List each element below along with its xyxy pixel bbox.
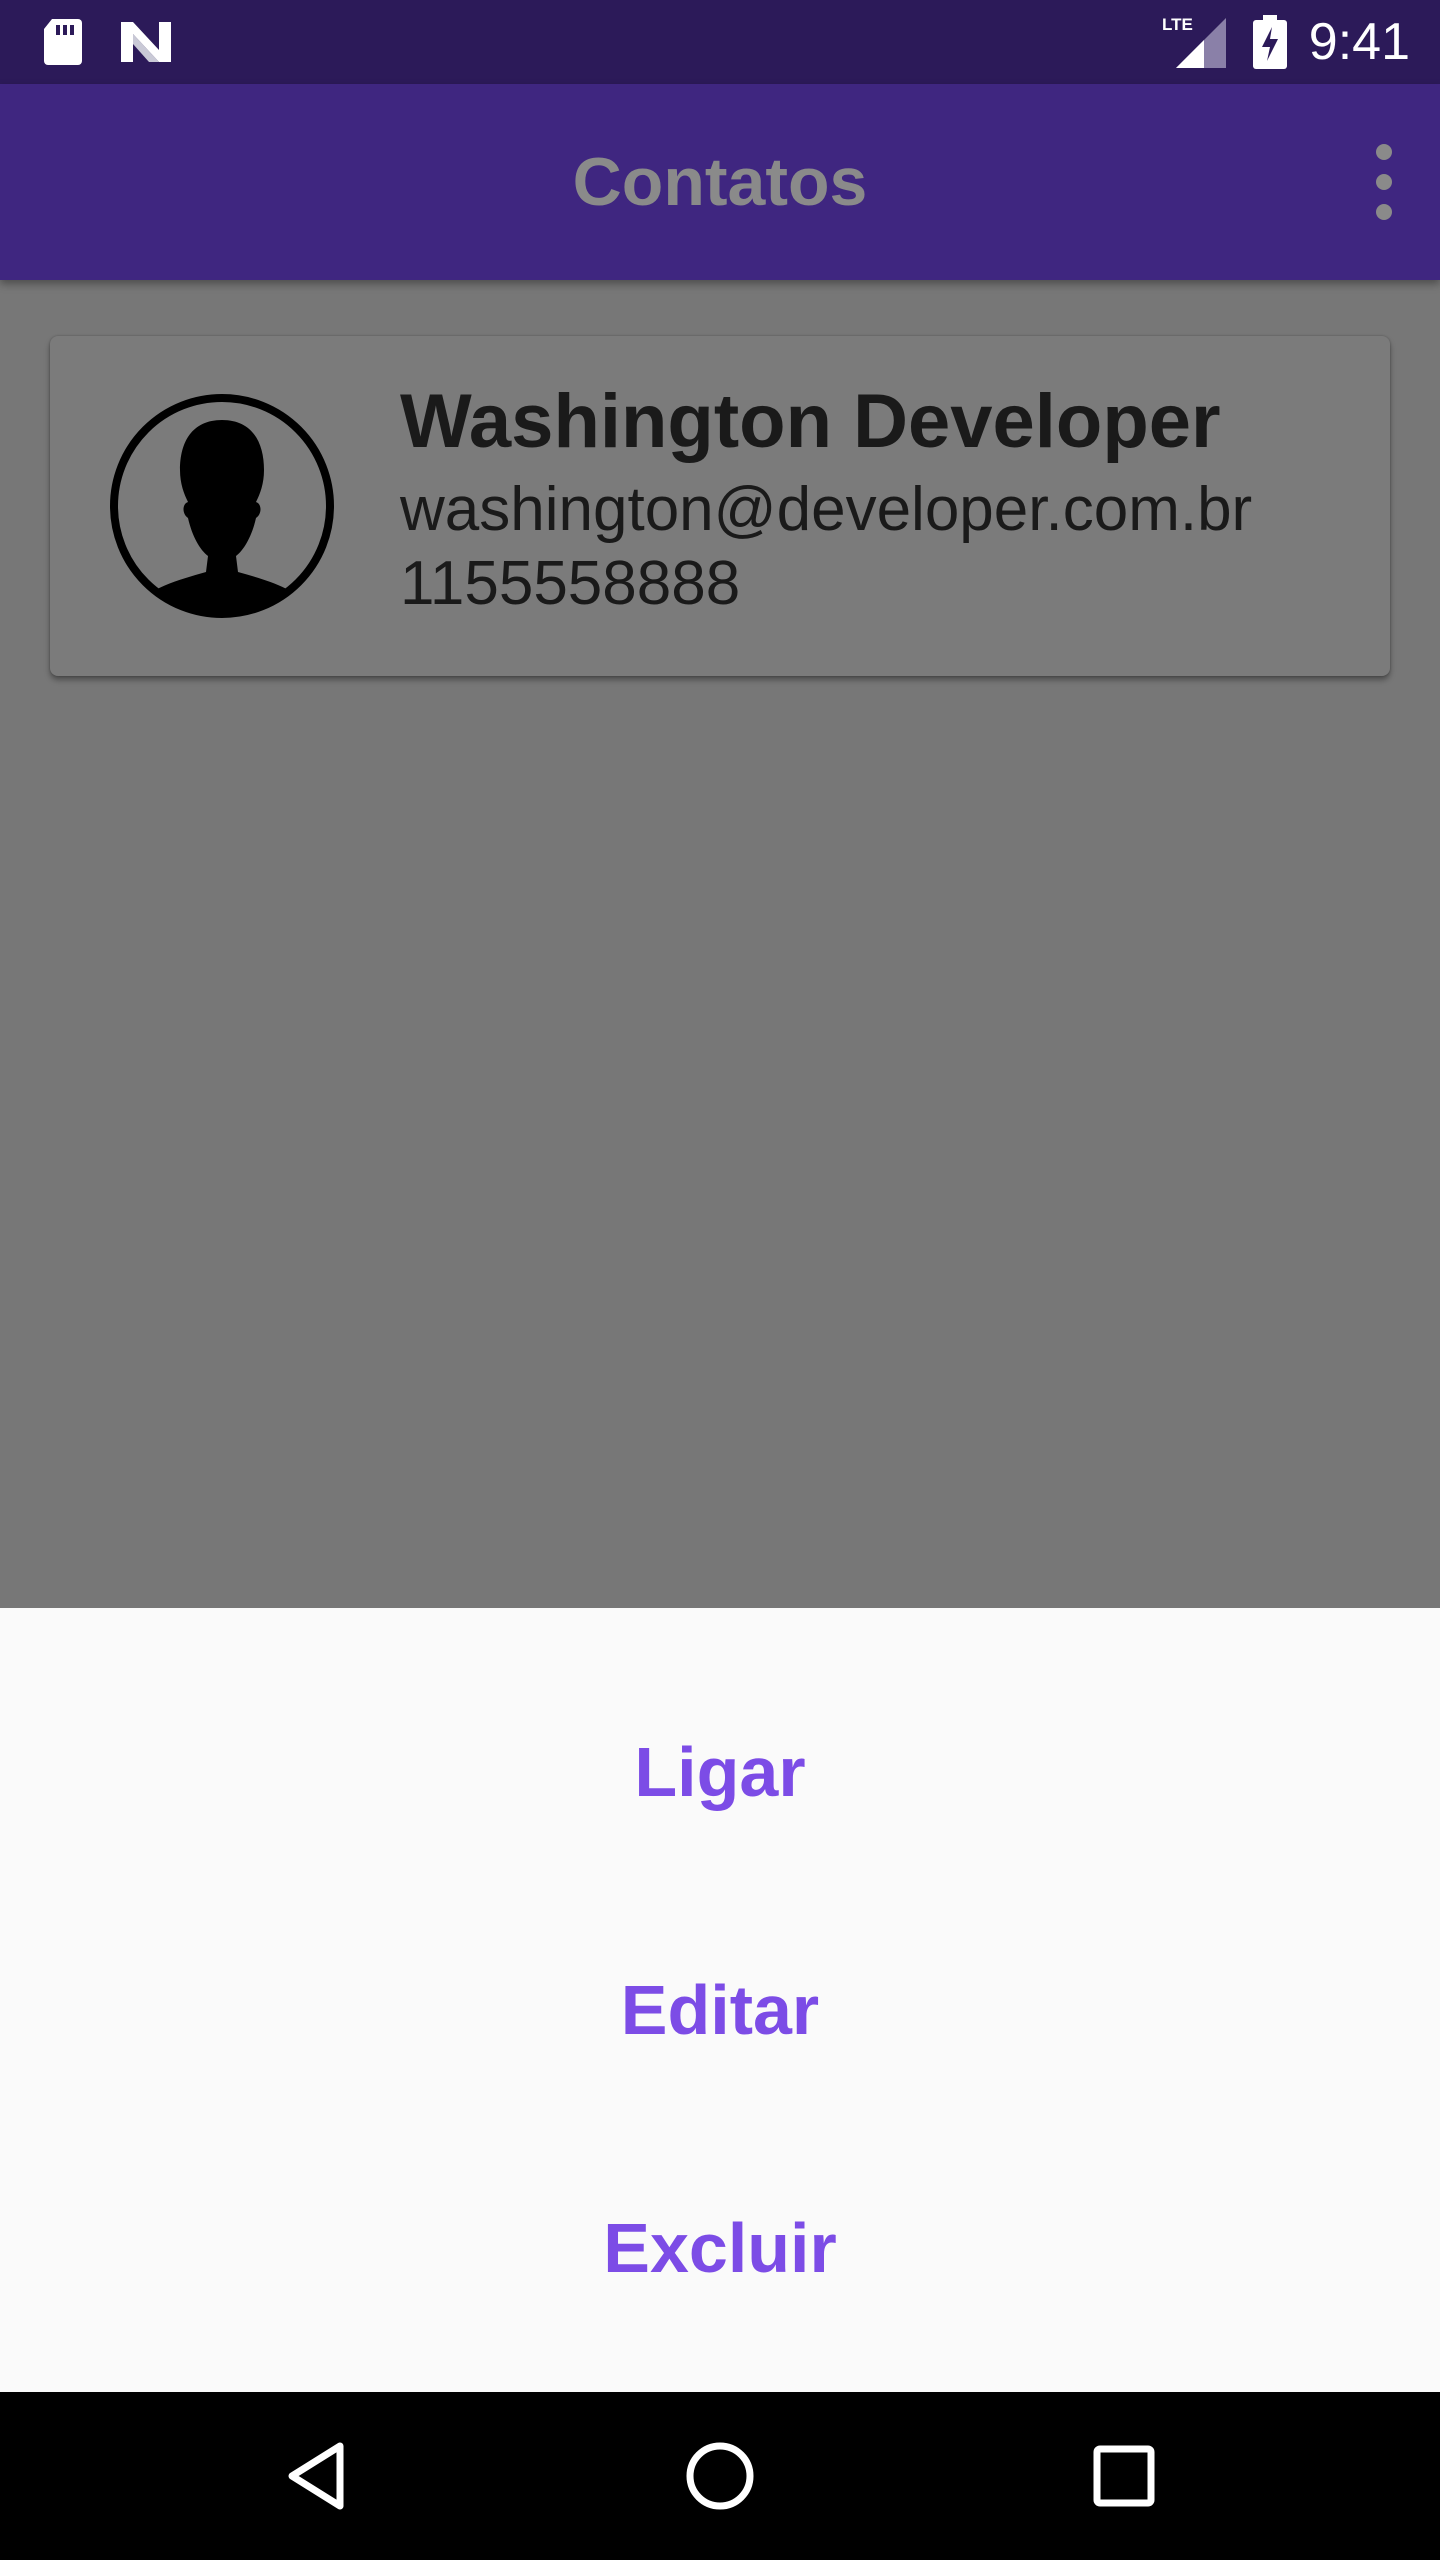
menu-dot <box>1376 204 1392 220</box>
lte-signal-icon: LTE <box>1160 0 1230 84</box>
page-title: Contatos <box>572 144 868 220</box>
contact-name: Washington Developer <box>400 379 1221 464</box>
menu-dot <box>1376 144 1392 160</box>
contact-list: Washington Developer washington@develope… <box>0 280 1440 1608</box>
call-button[interactable]: Ligar <box>0 1654 1440 1890</box>
contact-card[interactable]: Washington Developer washington@develope… <box>50 336 1390 676</box>
person-avatar-icon <box>108 392 336 620</box>
lte-label: LTE <box>1162 15 1193 34</box>
back-icon[interactable] <box>236 2392 396 2560</box>
sd-card-icon <box>38 0 88 84</box>
contact-phone: 1155558888 <box>400 549 741 618</box>
battery-charging-icon <box>1250 0 1290 84</box>
status-time: 9:41 <box>1308 13 1410 71</box>
bottom-sheet: Ligar Editar Excluir <box>0 1608 1440 2392</box>
edit-button[interactable]: Editar <box>0 1892 1440 2128</box>
recents-icon[interactable] <box>1044 2392 1204 2560</box>
navigation-bar <box>0 2392 1440 2560</box>
status-bar: LTE 9:41 <box>0 0 1440 84</box>
more-vert-icon[interactable] <box>1348 132 1420 232</box>
screen: LTE 9:41 Contatos Washington Developer w… <box>0 0 1440 2560</box>
home-icon[interactable] <box>640 2392 800 2560</box>
menu-dot <box>1376 174 1392 190</box>
n-notification-icon <box>118 0 174 84</box>
delete-button[interactable]: Excluir <box>0 2130 1440 2366</box>
app-bar: Contatos <box>0 84 1440 280</box>
contact-email: washington@developer.com.br <box>400 475 1253 544</box>
